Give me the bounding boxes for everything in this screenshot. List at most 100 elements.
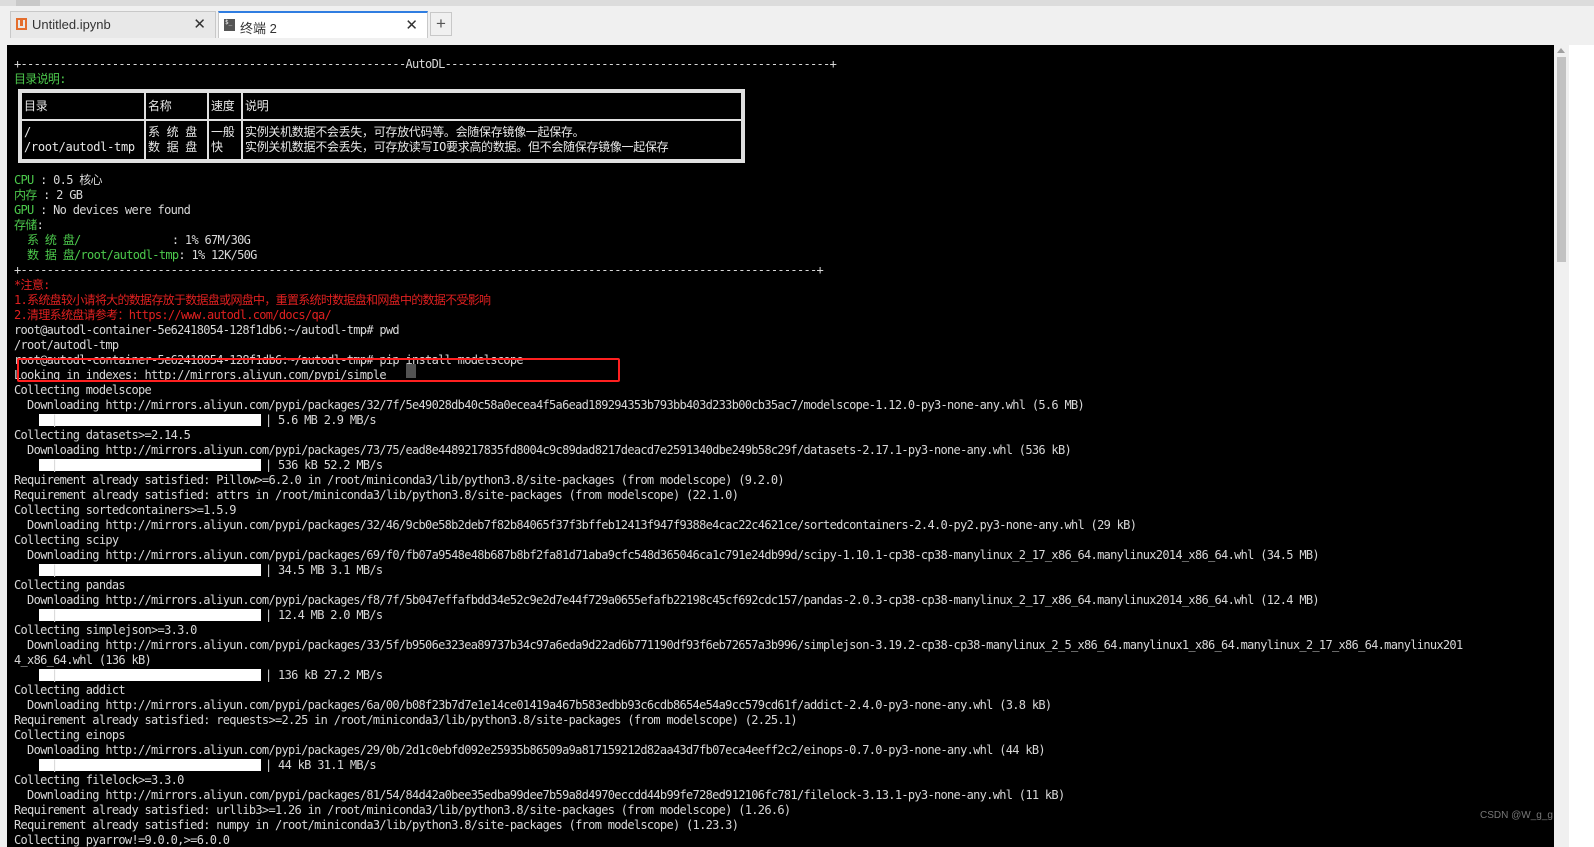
tab-untitled-ipynb[interactable]: Untitled.ipynb ✕ — [10, 11, 216, 38]
output-line: Downloading http://mirrors.aliyun.com/py… — [14, 698, 1052, 712]
output-line: Downloading http://mirrors.aliyun.com/py… — [14, 638, 1463, 652]
progress-bar-start: | — [51, 668, 58, 682]
download-progress-line: | | 12.4 MB 2.0 MB/s — [14, 608, 383, 623]
scroll-up-arrow-icon[interactable] — [1557, 48, 1565, 53]
progress-bar-start: | — [51, 413, 58, 427]
cpu-line: CPU : 0.5 核心 — [14, 173, 103, 188]
progress-bar-start: | — [51, 458, 58, 472]
output-line: Downloading http://mirrors.aliyun.com/py… — [14, 743, 1046, 757]
notice-line-2: 2.清理系统盘请参考：https://www.autodl.com/docs/q… — [14, 308, 332, 322]
download-progress-line: | | 44 kB 31.1 MB/s — [14, 758, 377, 773]
output-line: Requirement already satisfied: numpy in … — [14, 818, 739, 832]
sys-disk-label: 系 统 盘/ — [14, 233, 172, 247]
download-progress-line: | | 5.6 MB 2.9 MB/s — [14, 413, 377, 428]
output-line: Downloading http://mirrors.aliyun.com/py… — [14, 443, 1072, 457]
pwd-output: /root/autodl-tmp — [14, 338, 119, 352]
gpu-label: GPU — [14, 203, 34, 217]
storage-label: 存储 — [14, 218, 37, 232]
progress-bar — [39, 414, 261, 426]
output-line: Collecting scipy — [14, 533, 119, 547]
new-tab-button[interactable]: + — [430, 12, 452, 36]
highlight-box — [17, 358, 620, 382]
output-line: 4_x86_64.whl (136 kB) — [14, 653, 152, 667]
storage-line: 存储: — [14, 218, 44, 233]
progress-text: 34.5 MB 3.1 MB/s — [271, 563, 383, 577]
data-disk-value: : 1% 12K/50G — [178, 248, 257, 262]
terminal-panel[interactable]: +---------------------------------------… — [7, 45, 1554, 847]
cpu-label: CPU — [14, 173, 34, 187]
output-line: Requirement already satisfied: attrs in … — [14, 488, 739, 502]
output-line: Downloading http://mirrors.aliyun.com/py… — [14, 398, 1085, 412]
output-line: Collecting filelock>=3.3.0 — [14, 773, 184, 787]
download-progress-line: | | 34.5 MB 3.1 MB/s — [14, 563, 383, 578]
progress-bar-start: | — [51, 608, 58, 622]
progress-text: 12.4 MB 2.0 MB/s — [271, 608, 383, 622]
output-line: Downloading http://mirrors.aliyun.com/py… — [14, 518, 1137, 532]
output-line: Requirement already satisfied: Pillow>=6… — [14, 473, 785, 487]
progress-text: 5.6 MB 2.9 MB/s — [271, 413, 377, 427]
table-header-name: 名称 — [144, 91, 209, 121]
top-strip-block — [16, 0, 40, 6]
progress-bar — [39, 564, 261, 576]
data-disk-line: 数 据 盘/root/autodl-tmp: 1% 12K/50G — [14, 248, 257, 263]
output-line: Requirement already satisfied: requests>… — [14, 713, 798, 727]
notice-line-1: 1.系统盘较小请将大的数据存放于数据盘或网盘中，重置系统时数据盘和网盘中的数据不… — [14, 293, 491, 307]
data-disk-label: 数 据 盘/root/autodl-tmp — [14, 248, 179, 262]
close-icon[interactable]: ✕ — [405, 16, 418, 34]
output-line: Collecting pyarrow!=9.0.0,>=6.0.0 — [14, 833, 230, 847]
table-cell-desc: 实例关机数据不会丢失，可存放代码等。会随保存镜像一起保存。 实例关机数据不会丢失… — [241, 119, 743, 161]
progress-text: 44 kB 31.1 MB/s — [271, 758, 377, 772]
memory-label: 内存 — [14, 188, 37, 202]
scrollbar-thumb[interactable] — [1557, 57, 1566, 262]
progress-text: 536 kB 52.2 MB/s — [271, 458, 383, 472]
terminal-icon — [224, 19, 235, 31]
table-header-desc: 说明 — [241, 91, 743, 121]
output-line: Downloading http://mirrors.aliyun.com/py… — [14, 593, 1320, 607]
output-line: Collecting simplejson>=3.3.0 — [14, 623, 197, 637]
sys-disk-line: 系 统 盘/ : 1% 67M/30G — [14, 233, 251, 248]
gpu-line: GPU : No devices were found — [14, 203, 191, 218]
output-line: Collecting einops — [14, 728, 126, 742]
vertical-scrollbar[interactable] — [1554, 45, 1569, 847]
output-line: Downloading http://mirrors.aliyun.com/py… — [14, 548, 1320, 562]
autodl-border-top: +---------------------------------------… — [14, 57, 837, 71]
download-progress-line: | | 136 kB 27.2 MB/s — [14, 668, 383, 683]
watermark: CSDN @W_g_g — [1480, 810, 1553, 821]
progress-bar-start: | — [51, 758, 58, 772]
progress-bar — [39, 669, 261, 681]
table-header-speed: 速度 — [207, 91, 243, 121]
directory-table: 目录 名称 速度 说明 / /root/autodl-tmp 系 统 盘 数 据… — [18, 89, 745, 163]
close-icon[interactable]: ✕ — [193, 15, 206, 33]
output-line: Collecting addict — [14, 683, 126, 697]
progress-bar — [39, 459, 261, 471]
tab-bar: Untitled.ipynb ✕ 终端 2 ✕ + — [0, 0, 1594, 45]
progress-text: 136 kB 27.2 MB/s — [271, 668, 383, 682]
progress-bar-start: | — [51, 563, 58, 577]
cpu-value: : 0.5 核心 — [33, 173, 102, 187]
dir-desc-label: 目录说明: — [14, 72, 66, 86]
notebook-icon — [16, 18, 27, 30]
table-header-dir: 目录 — [20, 91, 146, 121]
progress-bar — [39, 609, 261, 621]
tab-label: Untitled.ipynb — [32, 17, 111, 32]
prompt-pwd: root@autodl-container-5e62418054-128f1db… — [14, 323, 400, 337]
output-line: Collecting sortedcontainers>=1.5.9 — [14, 503, 237, 517]
notice-title: *注意: — [14, 278, 50, 292]
autodl-border-bottom: +---------------------------------------… — [14, 263, 824, 277]
right-margin — [1569, 45, 1594, 847]
storage-colon: : — [36, 218, 44, 232]
table-cell-name: 系 统 盘 数 据 盘 — [144, 119, 209, 161]
progress-bar — [39, 759, 261, 771]
memory-value: : 2 GB — [36, 188, 83, 202]
output-line: Collecting modelscope — [14, 383, 152, 397]
output-line: Collecting pandas — [14, 578, 126, 592]
output-line: Downloading http://mirrors.aliyun.com/py… — [14, 788, 1065, 802]
download-progress-line: | | 536 kB 52.2 MB/s — [14, 458, 383, 473]
tab-label: 终端 2 — [240, 21, 277, 36]
table-cell-speed: 一般 快 — [207, 119, 243, 161]
tab-terminal-2[interactable]: 终端 2 ✕ — [218, 11, 428, 38]
window-top-strip — [0, 0, 1594, 6]
sys-disk-value: : 1% 67M/30G — [171, 233, 251, 247]
table-cell-dir: / /root/autodl-tmp — [20, 119, 146, 161]
gpu-value: : No devices were found — [33, 203, 191, 217]
